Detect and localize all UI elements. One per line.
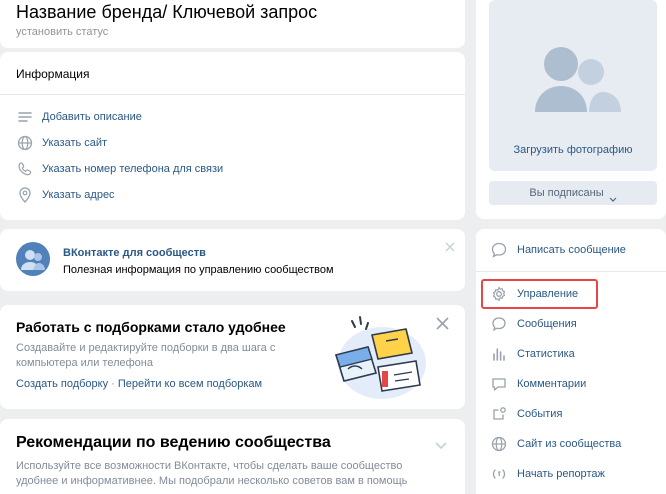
info-item-site[interactable]: Указать сайт [16, 134, 107, 152]
info-item-label: Добавить описание [42, 111, 142, 123]
info-item-label: Указать сайт [42, 137, 108, 149]
info-item-label: Указать адрес [42, 189, 115, 201]
info-item-description[interactable]: Добавить описание [16, 108, 142, 126]
vk-communities-avatar [16, 242, 50, 276]
subscribed-label: Вы подписаны [529, 187, 604, 199]
menu-item-broadcast[interactable]: Начать репортаж [490, 465, 605, 483]
close-icon[interactable] [436, 317, 449, 330]
header-card: Название бренда/ Ключевой запрос установ… [0, 0, 465, 48]
info-item-label: Указать номер телефона для связи [42, 163, 224, 175]
chat-icon [490, 315, 508, 333]
promo-card: Работать с подборками стало удобнее Созд… [0, 305, 465, 409]
vk-tip-title[interactable]: ВКонтакте для сообществ [63, 247, 206, 259]
promo-links: Создать подборку · Перейти ко всем подбо… [16, 378, 262, 390]
upload-photo-label: Загрузить фотографию [513, 144, 633, 156]
actions-menu-card: Написать сообщение Управление Сообщения … [476, 229, 666, 494]
recommendations-title: Рекомендации по ведению сообщества [16, 434, 331, 451]
message-icon [490, 241, 508, 259]
location-icon [16, 186, 34, 204]
menu-item-label: Сообщения [517, 318, 577, 330]
info-heading: Информация [16, 67, 90, 81]
menu-item-label: Сайт из сообщества [517, 438, 622, 450]
vk-tip-card: ВКонтакте для сообществ Полезная информа… [0, 229, 465, 291]
menu-divider [476, 271, 666, 272]
broadcast-icon [490, 465, 508, 483]
globe-icon [16, 134, 34, 152]
menu-item-manage[interactable]: Управление [490, 285, 578, 303]
link-separator: · [108, 378, 118, 390]
menu-item-site[interactable]: Сайт из сообщества [490, 435, 621, 453]
close-icon[interactable] [445, 239, 455, 252]
chevron-down-icon[interactable] [435, 437, 447, 450]
menu-item-messages[interactable]: Сообщения [490, 315, 577, 333]
promo-text: Создавайте и редактируйте подборки в два… [16, 342, 276, 369]
gear-icon [490, 285, 508, 303]
menu-item-label: Начать репортаж [517, 468, 605, 480]
info-item-phone[interactable]: Указать номер телефона для связи [16, 160, 223, 178]
page-title: Название бренда/ Ключевой запрос [16, 2, 318, 22]
status-input[interactable]: установить статус [16, 26, 108, 38]
subscribed-button[interactable]: Вы подписаны [489, 181, 657, 205]
events-icon [490, 405, 508, 423]
phone-icon [16, 160, 34, 178]
menu-item-events[interactable]: События [490, 405, 562, 423]
menu-item-label: Управление [517, 288, 579, 300]
all-collections-link[interactable]: Перейти ко всем подборкам [118, 378, 262, 390]
lines-icon [16, 108, 34, 126]
menu-item-write-message[interactable]: Написать сообщение [490, 241, 626, 259]
info-card: Информация Добавить описание Указать сай… [0, 52, 465, 220]
create-collection-link[interactable]: Создать подборку [16, 378, 108, 390]
menu-item-label: Статистика [517, 348, 575, 360]
info-item-address[interactable]: Указать адрес [16, 186, 115, 204]
avatar-placeholder[interactable]: Загрузить фотографию [489, 0, 657, 171]
menu-item-label: Комментарии [517, 378, 587, 390]
recommendations-text: Используйте все возможности ВКонтакте, ч… [16, 460, 408, 487]
menu-item-label: События [517, 408, 563, 420]
vk-tip-text: Полезная информация по управлению сообще… [63, 264, 334, 276]
photo-card: Загрузить фотографию Вы подписаны [476, 0, 666, 219]
stats-icon [490, 345, 508, 363]
menu-item-comments[interactable]: Комментарии [490, 375, 586, 393]
chevron-down-icon [609, 190, 617, 202]
info-divider [0, 94, 465, 95]
comment-icon [490, 375, 508, 393]
boxes-illustration [330, 311, 430, 405]
globe-icon [490, 435, 508, 453]
menu-item-statistics[interactable]: Статистика [490, 345, 575, 363]
promo-title: Работать с подборками стало удобнее [16, 319, 286, 335]
menu-item-label: Написать сообщение [517, 244, 626, 256]
recommendations-card: Рекомендации по ведению сообщества Испол… [0, 419, 465, 494]
